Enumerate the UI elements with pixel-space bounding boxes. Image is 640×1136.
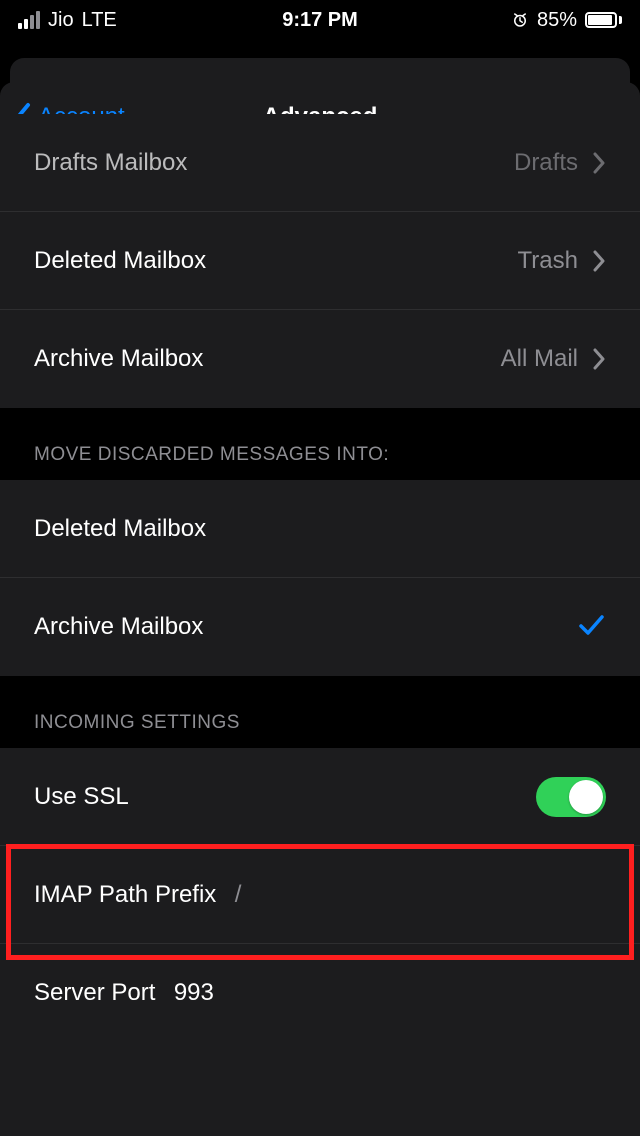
- row-label: Archive Mailbox: [34, 613, 203, 641]
- network-label: LTE: [82, 9, 117, 32]
- row-label: Deleted Mailbox: [34, 247, 206, 275]
- alarm-icon: [511, 11, 529, 29]
- row-label: IMAP Path Prefix: [34, 881, 216, 908]
- row-label: Server Port: [34, 979, 155, 1006]
- status-bar: Jio LTE 9:17 PM 85%: [0, 0, 640, 40]
- battery-icon: [585, 12, 622, 28]
- use-ssl-toggle[interactable]: [536, 777, 606, 817]
- chevron-right-icon: [592, 348, 606, 370]
- settings-content[interactable]: Drafts Mailbox Drafts Deleted Mailbox Tr…: [0, 152, 640, 1136]
- row-value: Trash: [518, 247, 578, 275]
- signal-strength-icon: [18, 11, 40, 29]
- carrier-label: Jio: [48, 9, 74, 32]
- chevron-right-icon: [592, 152, 606, 174]
- row-use-ssl[interactable]: Use SSL: [0, 748, 640, 846]
- row-label: Deleted Mailbox: [34, 515, 206, 543]
- checkmark-icon: [576, 610, 606, 645]
- row-discard-to-deleted[interactable]: Deleted Mailbox: [0, 480, 640, 578]
- row-label: Archive Mailbox: [34, 345, 203, 373]
- row-archive-mailbox[interactable]: Archive Mailbox All Mail: [0, 310, 640, 408]
- imap-path-prefix-value: /: [235, 881, 242, 908]
- battery-percent: 85%: [537, 9, 577, 32]
- row-value: All Mail: [501, 345, 578, 373]
- row-label: Use SSL: [34, 783, 129, 811]
- row-label: Drafts Mailbox: [34, 149, 187, 177]
- clock: 9:17 PM: [282, 9, 358, 32]
- row-drafts-mailbox[interactable]: Drafts Mailbox Drafts: [0, 114, 640, 212]
- row-imap-path-prefix[interactable]: IMAP Path Prefix /: [0, 846, 640, 944]
- section-header-discarded: MOVE DISCARDED MESSAGES INTO:: [0, 408, 640, 480]
- row-discard-to-archive[interactable]: Archive Mailbox: [0, 578, 640, 676]
- row-value: Drafts: [514, 149, 578, 177]
- chevron-right-icon: [592, 250, 606, 272]
- row-deleted-mailbox[interactable]: Deleted Mailbox Trash: [0, 212, 640, 310]
- advanced-settings-sheet: Account Advanced Drafts Mailbox Drafts D…: [0, 82, 640, 1136]
- row-server-port[interactable]: Server Port 993: [0, 944, 640, 1042]
- server-port-value: 993: [174, 979, 214, 1006]
- section-header-incoming: INCOMING SETTINGS: [0, 676, 640, 748]
